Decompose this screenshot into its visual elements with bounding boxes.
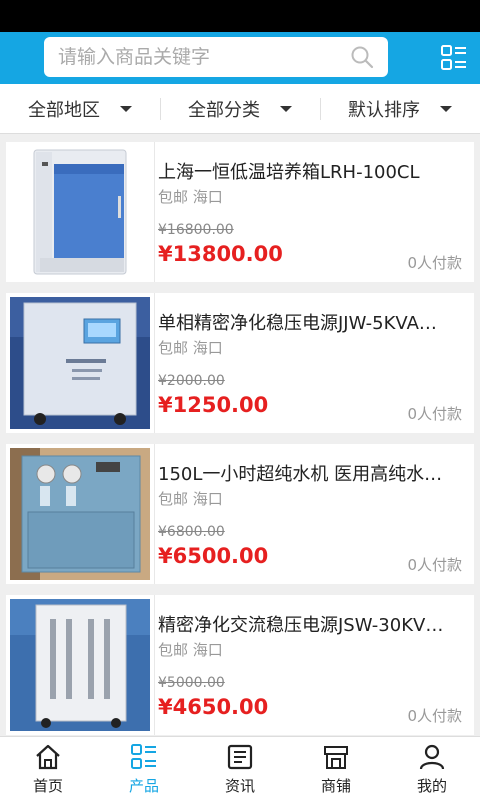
- nav-me-label: 我的: [416, 777, 447, 795]
- product-meta: 包邮 海口: [158, 337, 223, 358]
- category-menu-icon[interactable]: [440, 44, 468, 72]
- shipping-label: 包邮: [158, 339, 189, 357]
- sale-price: ¥13800.00: [158, 242, 283, 266]
- paid-count: 0人付款: [407, 707, 462, 725]
- paid-count: 0人付款: [407, 405, 462, 423]
- nav-products[interactable]: 产品: [96, 737, 192, 800]
- nav-home-label: 首页: [32, 777, 63, 795]
- filter-region[interactable]: 全部地区: [0, 84, 160, 133]
- card-divider: [154, 595, 155, 735]
- shipping-label: 包邮: [158, 641, 189, 659]
- product-meta: 包邮 海口: [158, 639, 223, 660]
- sale-price: ¥1250.00: [158, 393, 269, 417]
- original-price: ¥6800.00: [158, 524, 225, 540]
- filter-category[interactable]: 全部分类: [160, 84, 320, 133]
- nav-me[interactable]: 我的: [384, 737, 480, 800]
- user-icon: [419, 744, 445, 770]
- sale-price: ¥4650.00: [158, 695, 269, 719]
- shipping-label: 包邮: [158, 490, 189, 508]
- product-card[interactable]: 单相精密净化稳压电源JJW-5KVA… 包邮 海口 ¥2000.00 ¥1250…: [6, 293, 474, 433]
- bottom-nav: 首页 产品 资讯 商铺 我的: [0, 736, 480, 800]
- product-image-water-purifier[interactable]: [10, 448, 150, 580]
- product-title[interactable]: 精密净化交流稳压电源JSW-30KV…: [158, 611, 464, 637]
- card-divider: [154, 444, 155, 584]
- status-bar: [0, 0, 480, 32]
- filter-sort-label: 默认排序: [348, 99, 420, 121]
- product-title[interactable]: 150L一小时超纯水机 医用高纯水…: [158, 460, 464, 486]
- product-card[interactable]: 150L一小时超纯水机 医用高纯水… 包邮 海口 ¥6800.00 ¥6500.…: [6, 444, 474, 584]
- nav-products-label: 产品: [128, 777, 159, 795]
- search-box[interactable]: [44, 37, 388, 77]
- product-image-incubator[interactable]: [10, 146, 150, 278]
- product-image-ac-regulator[interactable]: [10, 599, 150, 731]
- products-icon: [131, 744, 156, 769]
- filter-region-label: 全部地区: [28, 99, 100, 121]
- caret-down-icon: [280, 105, 292, 112]
- news-icon: [227, 744, 253, 770]
- search-icon[interactable]: [350, 45, 374, 69]
- top-bar: [0, 32, 480, 84]
- location-label: 海口: [192, 339, 223, 357]
- card-divider: [154, 293, 155, 433]
- nav-home[interactable]: 首页: [0, 737, 96, 800]
- product-image-power-supply[interactable]: [10, 297, 150, 429]
- product-title[interactable]: 上海一恒低温培养箱LRH-100CL: [158, 158, 464, 184]
- nav-news[interactable]: 资讯: [192, 737, 288, 800]
- product-title[interactable]: 单相精密净化稳压电源JJW-5KVA…: [158, 309, 464, 335]
- home-icon: [36, 744, 60, 770]
- nav-shop-label: 商铺: [320, 777, 351, 795]
- filter-sort[interactable]: 默认排序: [320, 84, 480, 133]
- sale-price: ¥6500.00: [158, 544, 269, 568]
- original-price: ¥16800.00: [158, 222, 234, 238]
- search-input[interactable]: [58, 37, 338, 77]
- product-meta: 包邮 海口: [158, 488, 223, 509]
- paid-count: 0人付款: [407, 556, 462, 574]
- nav-news-label: 资讯: [224, 777, 255, 795]
- shop-icon: [324, 746, 348, 769]
- product-card[interactable]: 上海一恒低温培养箱LRH-100CL 包邮 海口 ¥16800.00 ¥1380…: [6, 142, 474, 282]
- filter-bar: 全部地区 全部分类 默认排序: [0, 84, 480, 134]
- location-label: 海口: [192, 641, 223, 659]
- card-divider: [154, 142, 155, 282]
- caret-down-icon: [440, 105, 452, 112]
- product-meta: 包邮 海口: [158, 186, 223, 207]
- original-price: ¥2000.00: [158, 373, 225, 389]
- shipping-label: 包邮: [158, 188, 189, 206]
- nav-shop[interactable]: 商铺: [288, 737, 384, 800]
- location-label: 海口: [192, 188, 223, 206]
- filter-category-label: 全部分类: [188, 99, 260, 121]
- paid-count: 0人付款: [407, 254, 462, 272]
- product-card[interactable]: 精密净化交流稳压电源JSW-30KV… 包邮 海口 ¥5000.00 ¥4650…: [6, 595, 474, 735]
- original-price: ¥5000.00: [158, 675, 225, 691]
- location-label: 海口: [192, 490, 223, 508]
- caret-down-icon: [120, 105, 132, 112]
